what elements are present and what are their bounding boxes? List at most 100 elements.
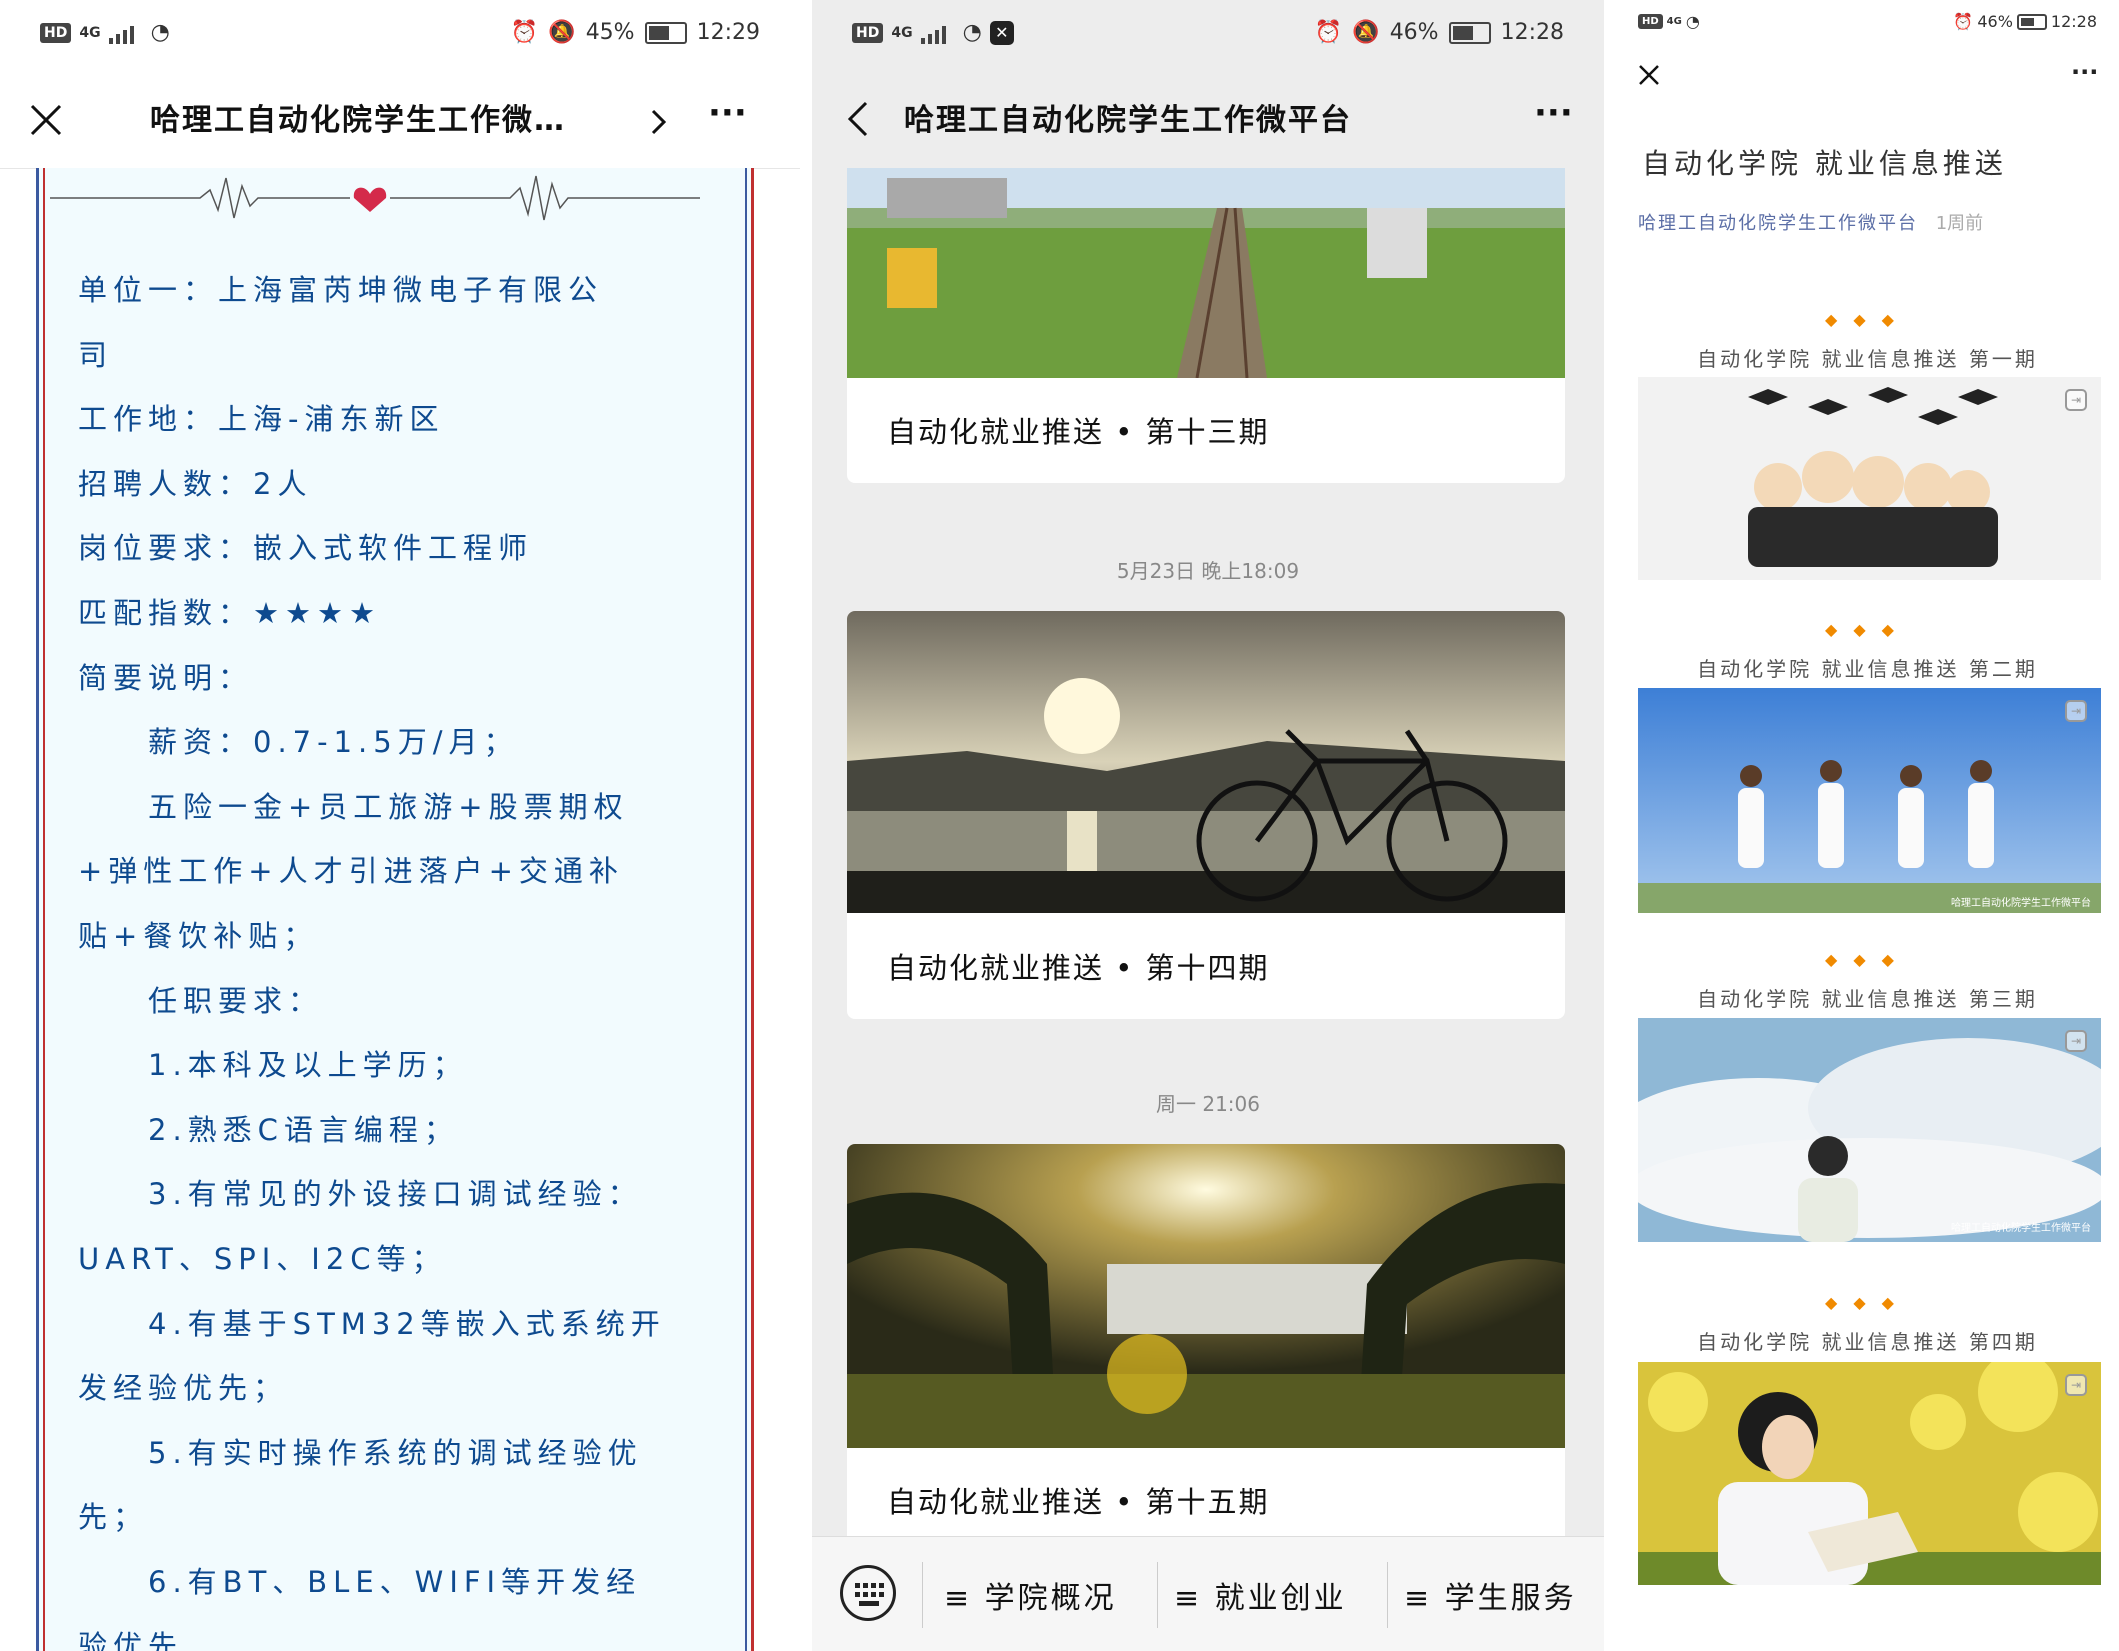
- article-detail-panel: HD 4G ◔ ⏰ 🔕 45% 12:29 哈理工自动化院学生工作微… ··· …: [0, 0, 800, 1651]
- issue-title[interactable]: 自动化学院 就业信息推送 第四期: [1616, 1326, 2119, 1355]
- battery-icon: [1448, 21, 1491, 44]
- signal-icon: [108, 22, 143, 44]
- share-icon[interactable]: ⇥: [2065, 389, 2087, 411]
- timestamp: 5月23日 晚上18:09: [1116, 559, 1300, 583]
- job-line: 5.有实时操作系统的调试经验优: [148, 1435, 643, 1470]
- close-icon[interactable]: [1636, 62, 1662, 88]
- article-meta: 哈理工自动化院学生工作微平台 1周前: [1638, 209, 1983, 235]
- job-line: 贴+餐饮补贴；: [78, 918, 319, 953]
- status-bar: HD 4G ◔ ⏰ 🔕 45% 12:29: [0, 0, 800, 70]
- close-icon[interactable]: [26, 100, 66, 140]
- chevron-right-icon[interactable]: [648, 107, 670, 137]
- share-icon[interactable]: ⇥: [2065, 1030, 2087, 1052]
- job-line: +弹性工作+人才引进落户+交通补: [78, 854, 624, 889]
- hd-icon: HD: [40, 22, 72, 43]
- issue-title[interactable]: 自动化学院 就业信息推送 第三期: [1616, 983, 2119, 1012]
- forest-sun-image: [847, 1144, 1565, 1448]
- job-line: 匹配指数：★★★★: [78, 595, 381, 630]
- job-line: 6.有BT、BLE、WIFI等开发经: [148, 1564, 642, 1599]
- battery-icon: [2016, 13, 2047, 30]
- menu-college-overview[interactable]: ≡ 学院概况: [944, 1573, 1117, 1617]
- alarm-icon: ⏰: [1314, 20, 1343, 45]
- heartbeat-divider: [50, 175, 700, 221]
- job-posting-text: 单位一：上海富芮坤微电子有限公 司 工作地：上海-浦东新区 招聘人数：2人 岗位…: [78, 258, 718, 1651]
- battery-percent: 46%: [1389, 20, 1439, 45]
- wifi-icon: ◔: [962, 20, 982, 45]
- share-icon[interactable]: ⇥: [2065, 1374, 2087, 1396]
- network-type: 4G: [1666, 16, 1682, 27]
- status-bar: HD 4G ◔ ⏰ 46% 12:28: [1616, 0, 2119, 70]
- job-line: 先；: [78, 1500, 149, 1535]
- heart-icon: [353, 187, 387, 212]
- job-line: 司: [78, 337, 114, 372]
- status-bar: HD 4G ◔ ✕ ⏰ 🔕 46% 12:28: [812, 0, 1604, 70]
- battery-percent: 46%: [1977, 12, 2013, 31]
- share-icon[interactable]: ⇥: [2065, 700, 2087, 722]
- job-line: 4.有基于STM32等嵌入式系统开: [148, 1306, 666, 1341]
- timestamp: 周一 21:06: [1156, 1092, 1260, 1116]
- job-line: 发经验优先；: [78, 1371, 289, 1406]
- battery-percent: 45%: [585, 20, 635, 45]
- decorative-dots: ◆◆◆: [1825, 950, 1910, 969]
- job-line: 岗位要求：嵌入式软件工程师: [78, 531, 534, 566]
- nav-bar: 哈理工自动化院学生工作微… ···: [0, 75, 800, 165]
- job-line: 验优先: [78, 1629, 184, 1651]
- job-line: 2.熟悉C语言编程；: [148, 1112, 459, 1147]
- article-card[interactable]: 自动化就业推送 • 第十三期: [847, 168, 1565, 483]
- boy-clouds-image: ⇥ 哈理工自动化院学生工作微平台: [1638, 1018, 2101, 1242]
- job-line: 薪资：0.7-1.5万/月；: [148, 725, 519, 760]
- issue-title[interactable]: 自动化学院 就业信息推送 第一期: [1616, 343, 2119, 372]
- card-caption: 自动化就业推送 • 第十四期: [887, 951, 1270, 985]
- job-line: 招聘人数：2人: [78, 466, 313, 501]
- card-caption: 自动化就业推送 • 第十五期: [887, 1485, 1270, 1519]
- mute-icon: 🔕: [548, 20, 576, 45]
- issue-title[interactable]: 自动化学院 就业信息推送 第二期: [1616, 653, 2119, 682]
- job-line: UART、SPI、I2C等；: [78, 1241, 447, 1276]
- railway-image: [847, 168, 1565, 379]
- mute-icon: 🔕: [1352, 20, 1380, 45]
- clock: 12:28: [2050, 12, 2097, 31]
- more-button[interactable]: ···: [1534, 93, 1573, 133]
- decorative-dots: ◆◆◆: [1825, 1293, 1910, 1312]
- wifi-icon: ◔: [1685, 12, 1700, 31]
- decorative-dots: ◆◆◆: [1825, 620, 1910, 639]
- image-watermark: 哈理工自动化院学生工作微平台: [1951, 898, 2091, 909]
- time-ago: 1周前: [1935, 213, 1984, 234]
- menu-employment[interactable]: ≡ 就业创业: [1174, 1573, 1347, 1617]
- job-line: 五险一金+员工旅游+股票期权: [148, 789, 629, 824]
- job-line: 简要说明：: [78, 660, 254, 695]
- alarm-icon: ⏰: [1953, 12, 1974, 31]
- hd-icon: HD: [852, 22, 884, 43]
- network-type: 4G: [891, 24, 913, 41]
- article-title: 自动化学院 就业信息推送: [1642, 147, 2007, 180]
- alarm-icon: ⏰: [510, 20, 539, 45]
- signal-icon: [920, 22, 955, 44]
- menu-student-services[interactable]: ≡ 学生服务: [1404, 1573, 1577, 1617]
- more-button[interactable]: ···: [708, 93, 747, 133]
- more-button[interactable]: ···: [2071, 58, 2098, 86]
- battery-icon: [644, 21, 687, 44]
- keyboard-icon[interactable]: [840, 1565, 896, 1621]
- nav-bar: 哈理工自动化院学生工作微平台 ···: [812, 75, 1604, 165]
- official-account-feed-panel: HD 4G ◔ ✕ ⏰ 🔕 46% 12:28 哈理工自动化院学生工作微平台 ·…: [812, 0, 1604, 1651]
- article-card[interactable]: 自动化就业推送 • 第十四期: [847, 611, 1565, 1019]
- job-line: 3.有常见的外设接口调试经验：: [148, 1177, 643, 1212]
- job-line: 1.本科及以上学历；: [148, 1048, 468, 1083]
- card-caption: 自动化就业推送 • 第十三期: [887, 415, 1270, 449]
- back-arrow-icon[interactable]: [844, 97, 872, 141]
- job-line: 任职要求：: [148, 983, 324, 1018]
- clock: 12:28: [1500, 20, 1564, 45]
- page-title: 哈理工自动化院学生工作微平台: [904, 103, 1352, 138]
- author-link[interactable]: 哈理工自动化院学生工作微平台: [1638, 213, 1918, 234]
- hd-icon: HD: [1638, 14, 1663, 29]
- page-title: 哈理工自动化院学生工作微…: [150, 103, 566, 138]
- app-notification-icon: ✕: [989, 20, 1014, 45]
- job-line: 单位一：上海富芮坤微电子有限公: [78, 273, 604, 307]
- wifi-icon: ◔: [150, 20, 170, 45]
- clock: 12:29: [696, 20, 760, 45]
- image-watermark: 哈理工自动化院学生工作微平台: [1951, 1223, 2091, 1234]
- friends-running-image: ⇥ 哈理工自动化院学生工作微平台: [1638, 688, 2101, 913]
- girl-reading-image: ⇥: [1638, 1362, 2101, 1585]
- job-line: 工作地：上海-浦东新区: [78, 402, 445, 437]
- article-card[interactable]: 自动化就业推送 • 第十五期: [847, 1144, 1565, 1536]
